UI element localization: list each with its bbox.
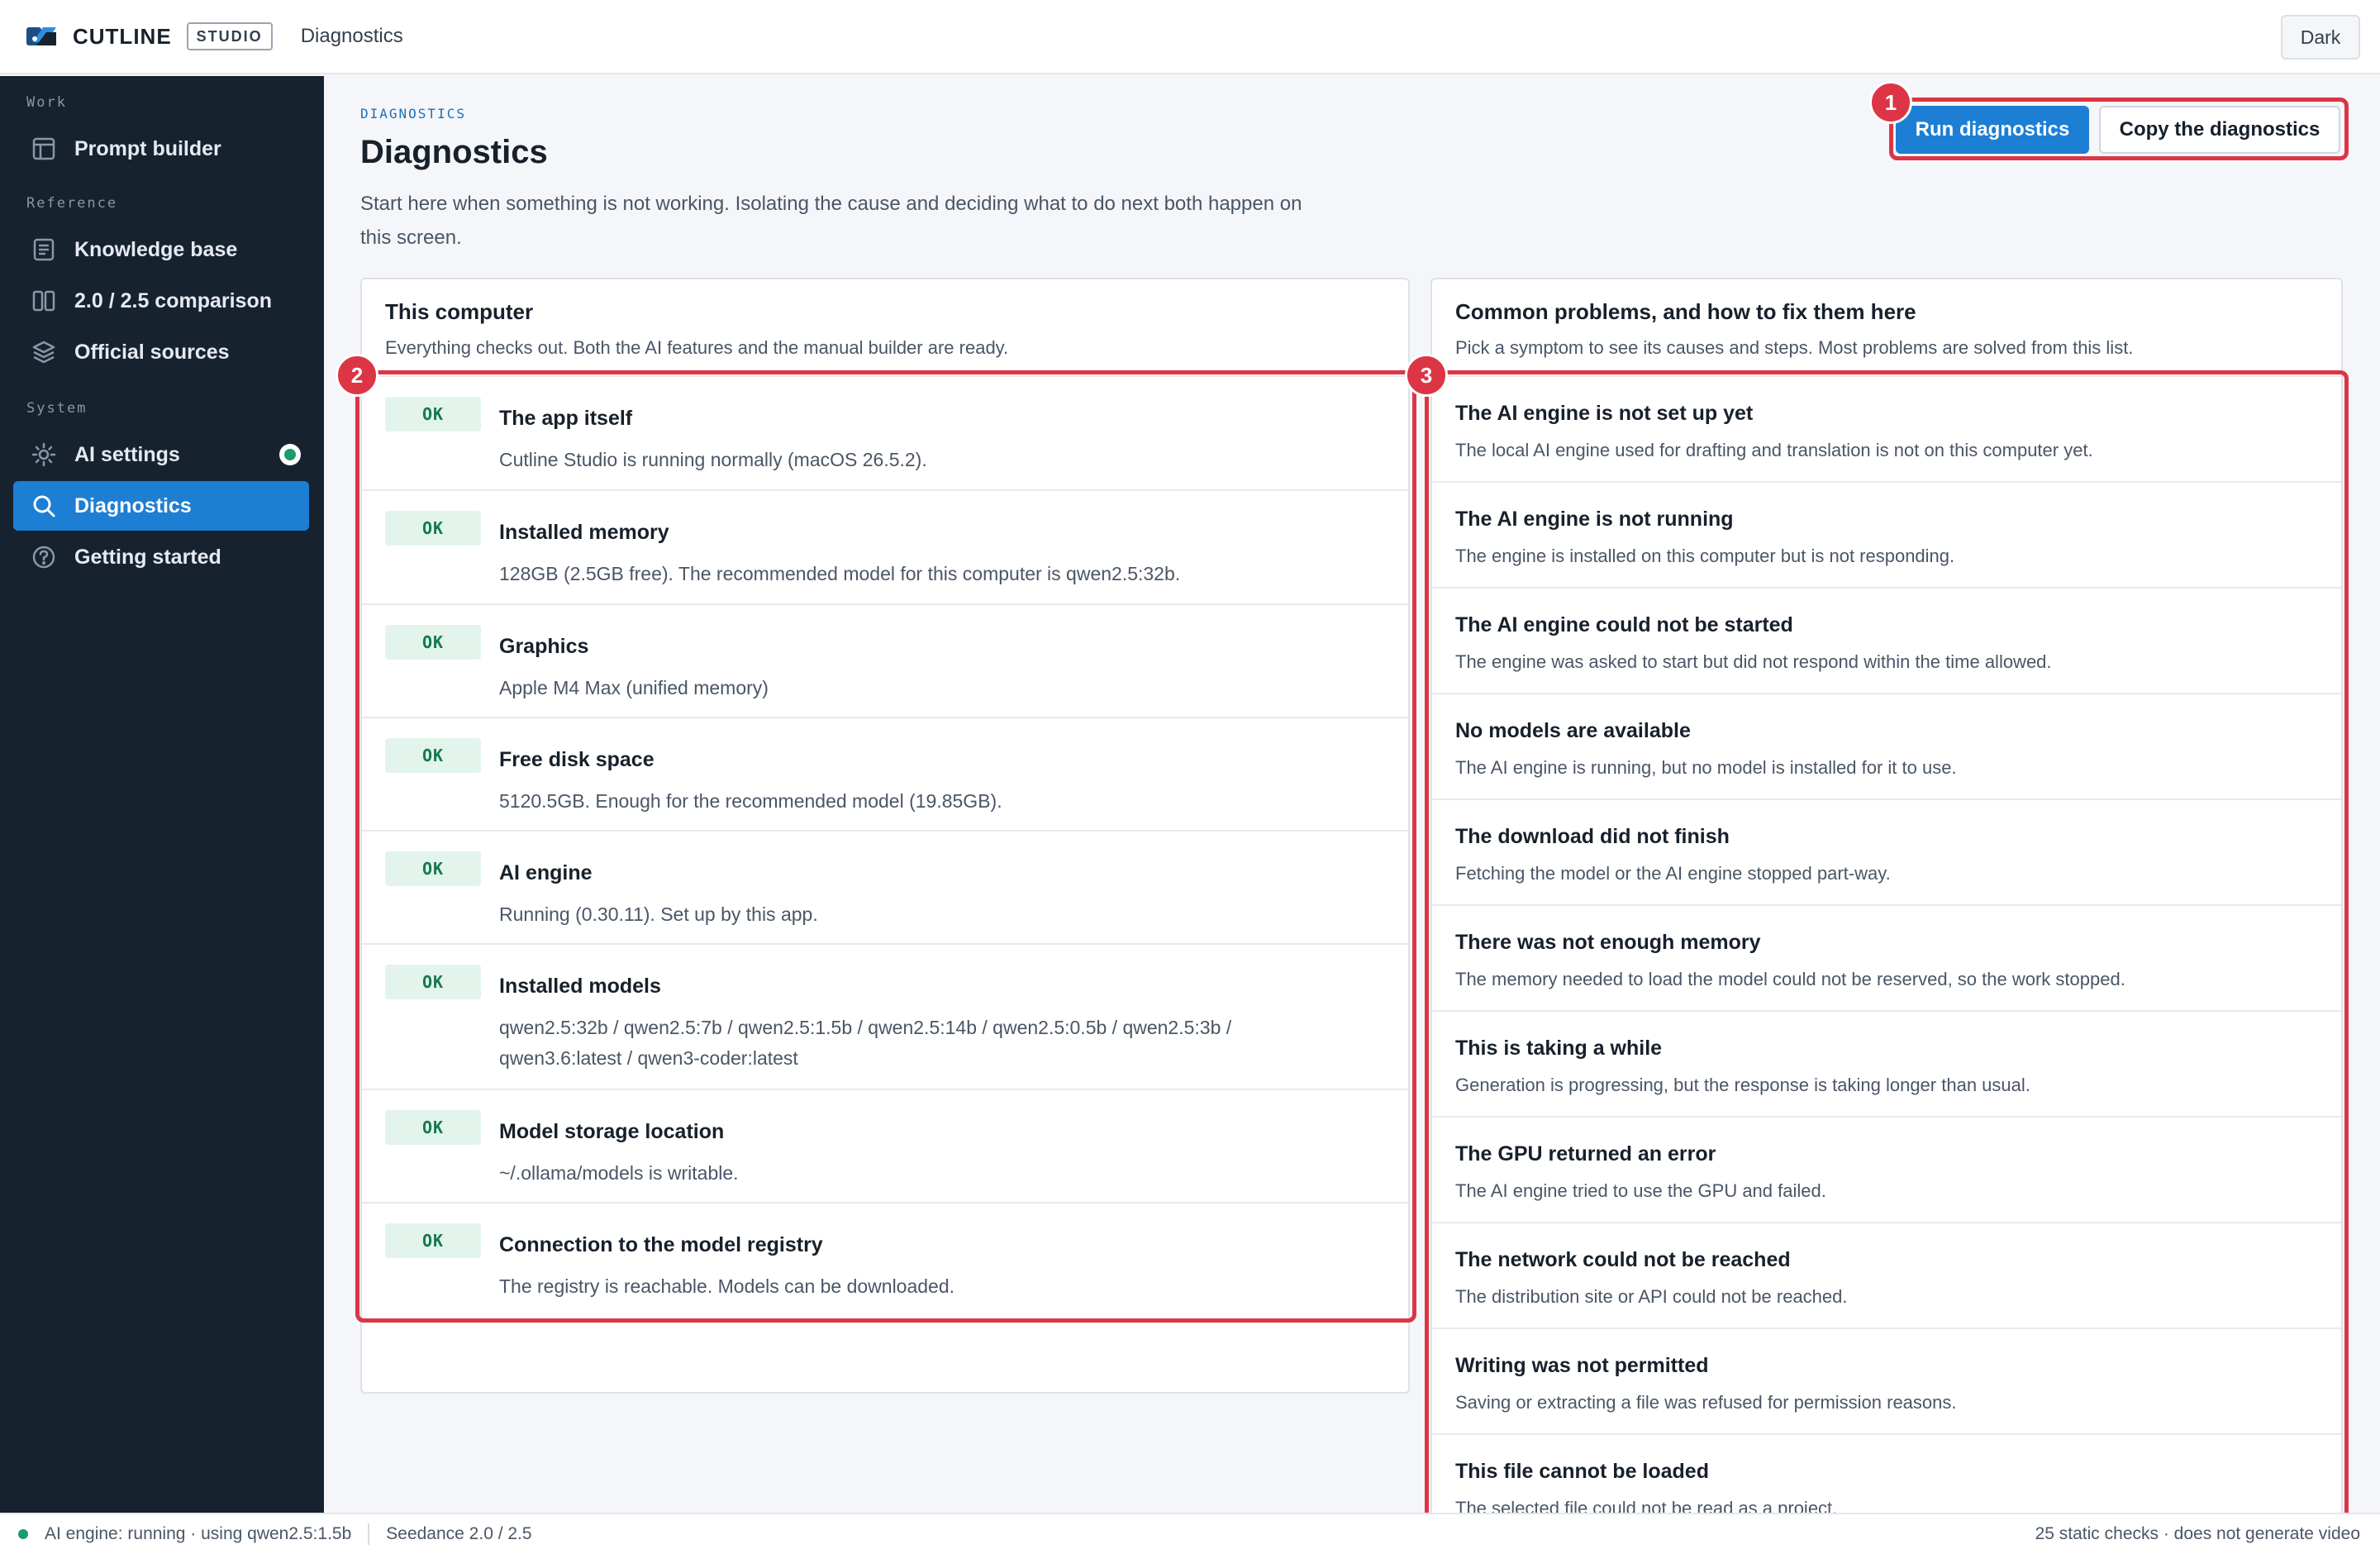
panel-title: This computer [385, 299, 534, 324]
sidebar-item-getting-started[interactable]: Getting started [13, 532, 309, 582]
document-icon [30, 236, 58, 264]
sidebar-item-diagnostics[interactable]: Diagnostics [13, 481, 309, 531]
engine-running-indicator [18, 1529, 28, 1539]
annotation-badge-3: 3 [1405, 354, 1448, 397]
status-engine-text: AI engine: running · using qwen2.5:1.5b [45, 1524, 352, 1543]
studio-badge: STUDIO [186, 22, 273, 50]
cutline-logo-icon [26, 27, 56, 45]
sidebar-item-label: Diagnostics [74, 493, 192, 517]
sidebar-item-label: Getting started [74, 545, 221, 569]
annotation-badge-1: 1 [1869, 81, 1912, 124]
layout-icon [30, 135, 58, 163]
annotation-badge-2: 2 [336, 354, 378, 397]
search-icon [30, 492, 58, 520]
sidebar-item-official-sources[interactable]: Official sources [13, 327, 309, 377]
sidebar-item-label: Knowledge base [74, 237, 238, 261]
page-eyebrow: DIAGNOSTICS [360, 106, 466, 122]
annotation-box-1 [1889, 98, 2349, 160]
status-version-text: Seedance 2.0 / 2.5 [386, 1524, 532, 1543]
sidebar-item-label: 2.0 / 2.5 comparison [74, 288, 272, 312]
annotation-box-2 [355, 370, 1416, 1323]
help-icon [30, 543, 58, 571]
sidebar-item-ai-settings[interactable]: AI settings [13, 430, 309, 479]
panel-subtitle: Pick a symptom to see its causes and ste… [1455, 337, 2134, 358]
status-bar: AI engine: running · using qwen2.5:1.5b … [0, 1513, 2380, 1554]
columns-icon [30, 287, 58, 315]
sidebar-section-reference: Reference [26, 195, 118, 212]
brand-name: CUTLINE [73, 23, 172, 49]
sidebar-item-label: Prompt builder [74, 136, 221, 160]
layers-icon [30, 338, 58, 366]
annotation-box-3 [1425, 370, 2349, 1552]
sidebar-item-prompt-builder[interactable]: Prompt builder [13, 124, 309, 174]
top-bar: CUTLINE STUDIO Diagnostics Dark [0, 0, 2380, 74]
sidebar-item-label: Official sources [74, 340, 230, 364]
sidebar-section-system: System [26, 400, 88, 417]
status-divider [368, 1523, 370, 1545]
status-checks-text: 25 static checks · does not generate vid… [2035, 1524, 2360, 1543]
sidebar-item-comparison[interactable]: 2.0 / 2.5 comparison [13, 276, 309, 326]
sidebar-item-label: AI settings [74, 442, 180, 466]
panel-title: Common problems, and how to fix them her… [1455, 299, 1916, 324]
sidebar-section-work: Work [26, 94, 67, 111]
engine-status-indicator [279, 444, 301, 465]
sidebar-item-knowledge-base[interactable]: Knowledge base [13, 225, 309, 274]
panel-subtitle: Everything checks out. Both the AI featu… [385, 337, 1009, 358]
breadcrumb-title: Diagnostics [300, 25, 403, 47]
page-title: Diagnostics [360, 134, 548, 170]
sun-icon [30, 441, 58, 469]
page-description: Start here when something is not working… [360, 193, 1302, 249]
dark-mode-toggle[interactable]: Dark [2281, 15, 2360, 60]
sidebar: Work Prompt builder Reference Knowledge … [0, 76, 324, 1513]
